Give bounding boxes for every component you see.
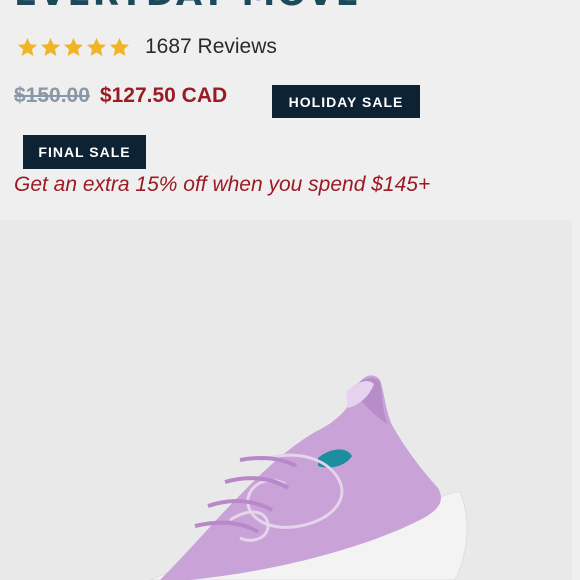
star-icon <box>85 36 108 59</box>
rating-row[interactable]: 1687 Reviews <box>16 32 277 62</box>
final-sale-badge: FINAL SALE <box>23 135 146 169</box>
product-title: EVERYDAY MOVE <box>14 0 361 14</box>
holiday-sale-badge: HOLIDAY SALE <box>272 85 420 118</box>
promo-message: Get an extra 15% off when you spend $145… <box>14 173 431 196</box>
shoe-illustration <box>149 375 468 580</box>
page-edge <box>572 220 580 580</box>
star-icon <box>62 36 85 59</box>
price-row: $150.00 $127.50 CAD <box>14 84 227 108</box>
sale-price: $127.50 CAD <box>99 84 228 107</box>
star-icon <box>108 36 131 59</box>
original-price: $150.00 <box>14 84 90 107</box>
product-image[interactable] <box>0 220 572 580</box>
star-rating <box>16 36 131 59</box>
reviews-link[interactable]: 1687 Reviews <box>145 35 277 59</box>
star-icon <box>39 36 62 59</box>
star-icon <box>16 36 39 59</box>
